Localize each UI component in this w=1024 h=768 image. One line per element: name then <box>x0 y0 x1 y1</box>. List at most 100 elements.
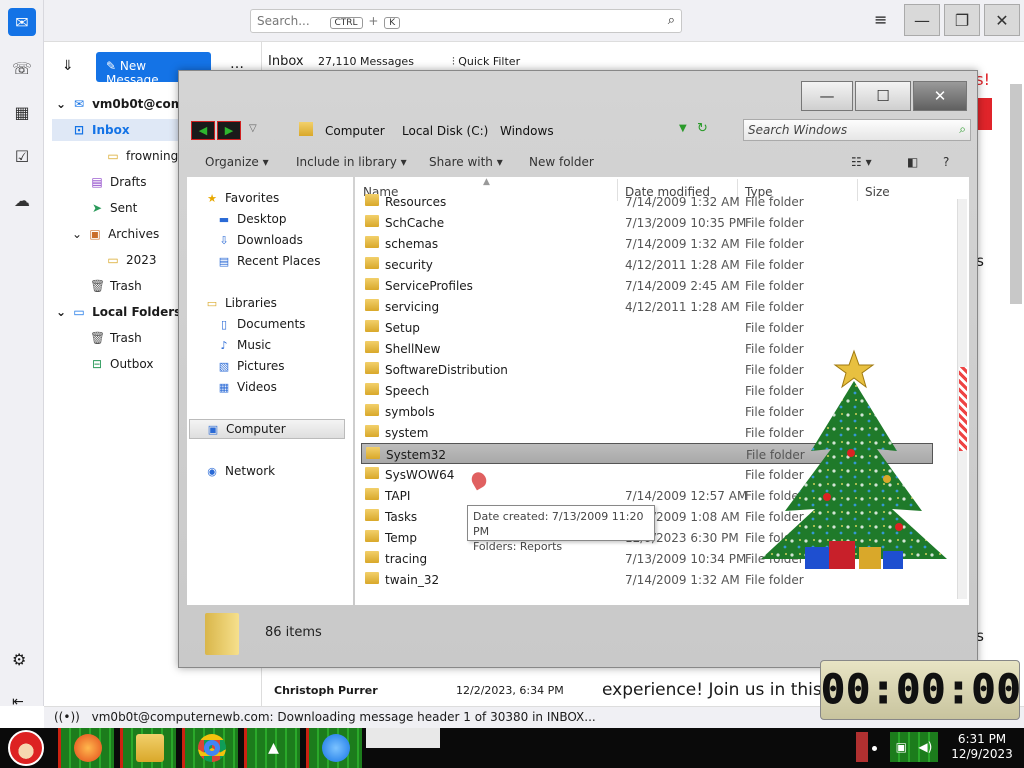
nav-libraries[interactable]: ▭ Libraries <box>205 296 277 310</box>
explorer-minimize-button[interactable]: — <box>801 81 853 111</box>
history-dropdown-icon[interactable]: ▽ <box>249 123 257 134</box>
taskbar-chrome[interactable] <box>182 728 238 768</box>
message-row[interactable]: Christoph Purrer 12/2/2023, 6:34 PM <box>262 680 584 702</box>
chevron-down-icon: ⌄ <box>56 97 67 111</box>
folder-icon <box>365 278 379 290</box>
include-in-library-button[interactable]: Include in library ▾ <box>296 155 407 169</box>
explorer-maximize-button[interactable]: ☐ <box>855 81 911 111</box>
navigation-pane: ★ Favorites ▬ Desktop ⇩ Downloads ▤ Recent P… <box>187 177 353 605</box>
folder-icon <box>365 404 379 416</box>
santa-start-icon <box>8 730 44 766</box>
taskbar-firefox[interactable] <box>58 728 114 768</box>
tb-close-button[interactable]: ✕ <box>984 4 1020 36</box>
folder-2023[interactable]: ▭ 2023 <box>106 249 156 271</box>
organize-button[interactable]: Organize ▾ <box>205 155 269 169</box>
new-folder-button[interactable]: New folder <box>529 155 594 169</box>
help-icon[interactable]: ? <box>943 155 949 169</box>
folder-trash[interactable]: 🗑 Trash <box>90 275 142 297</box>
nav-documents[interactable]: ▯ Documents <box>217 317 305 331</box>
file-row[interactable]: security 4/12/2011 1:28 AM File folder <box>361 254 933 275</box>
file-list-scrollbar[interactable] <box>957 199 967 599</box>
forward-button[interactable]: ▶ <box>217 121 241 140</box>
volume-icon[interactable]: ◀) <box>918 740 932 754</box>
folder-icon <box>365 467 379 479</box>
archive-icon: ▣ <box>89 227 101 241</box>
nav-recent-places[interactable]: ▤ Recent Places <box>217 254 321 268</box>
folder-icon <box>365 551 379 563</box>
collapse-spaces-icon[interactable]: ⇤ <box>12 694 24 710</box>
back-button[interactable]: ◀ <box>191 121 215 140</box>
explorer-close-button[interactable]: ✕ <box>913 81 967 111</box>
countdown-timer-widget[interactable]: 00:00:00 <box>820 660 1020 720</box>
start-button[interactable] <box>4 729 48 767</box>
folder-sent[interactable]: ➤ Sent <box>90 197 137 219</box>
search-windows-input[interactable]: Search Windows ⌕ <box>743 119 971 141</box>
file-row[interactable]: Setup File folder <box>361 317 933 338</box>
local-trash[interactable]: 🗑 Trash <box>90 327 142 349</box>
account-icon: ✉ <box>74 97 85 111</box>
nav-network[interactable]: ◉ Network <box>205 464 275 478</box>
folder-frowning[interactable]: ▭ frowning <box>106 145 178 167</box>
inbox-icon: ⊡ <box>73 123 85 137</box>
breadcrumb-windows[interactable]: Windows <box>500 124 554 138</box>
folder-archives[interactable]: ⌄ ▣ Archives <box>72 223 159 245</box>
chat-icon[interactable]: ☁ <box>8 186 36 214</box>
reading-scrollbar[interactable] <box>1010 84 1022 304</box>
preview-pane-icon[interactable]: ◧ <box>907 155 918 169</box>
view-options-icon[interactable]: ☷ ▾ <box>851 155 872 169</box>
global-search-input[interactable]: Search... CTRL + K ⌕ <box>250 9 682 33</box>
network-icon: ◉ <box>207 464 217 478</box>
chevron-down-icon: ⌄ <box>72 227 83 241</box>
folder-icon <box>365 215 379 227</box>
red-action-button[interactable] <box>978 98 992 130</box>
network-tray-icon[interactable]: ▣ <box>896 740 907 754</box>
inbox-title: Inbox <box>268 54 304 69</box>
file-row[interactable]: ServiceProfiles 7/14/2009 2:45 AM File fol… <box>361 275 933 296</box>
file-row[interactable]: Resources 7/14/2009 1:32 AM File folder <box>361 191 933 212</box>
file-row[interactable]: servicing 4/12/2011 1:28 AM File folder <box>361 296 933 317</box>
nav-favorites[interactable]: ★ Favorites <box>205 191 279 205</box>
folder-icon <box>366 447 380 459</box>
file-row[interactable]: schemas 7/14/2009 1:32 AM File folder <box>361 233 933 254</box>
get-messages-icon[interactable]: ⇓ <box>62 58 74 74</box>
nav-pictures[interactable]: ▧ Pictures <box>217 359 285 373</box>
folder-icon <box>365 236 379 248</box>
nav-computer[interactable]: ▣ Computer <box>189 419 345 439</box>
taskbar-explorer[interactable] <box>120 728 176 768</box>
folder-icon <box>365 257 379 269</box>
nav-videos[interactable]: ▦ Videos <box>217 380 277 394</box>
nav-music[interactable]: ♪ Music <box>217 338 271 352</box>
folder-drafts[interactable]: ▤ Drafts <box>90 171 146 193</box>
address-dropdown-icon[interactable]: ▼ <box>679 123 687 134</box>
mail-space-icon[interactable]: ✉ <box>8 8 36 36</box>
tasks-icon[interactable]: ☑ <box>8 142 36 170</box>
share-with-button[interactable]: Share with ▾ <box>429 155 503 169</box>
tray-show-desktop[interactable] <box>856 732 868 762</box>
app-menu-icon[interactable]: ≡ <box>874 10 887 29</box>
nav-desktop[interactable]: ▬ Desktop <box>217 212 287 226</box>
pictures-icon: ▧ <box>218 359 230 373</box>
settings-gear-icon[interactable]: ⚙ <box>12 650 26 669</box>
tb-restore-button[interactable]: ❐ <box>944 4 980 36</box>
breadcrumb-local-disk[interactable]: Local Disk (C:) <box>402 124 488 138</box>
address-book-icon[interactable]: ☏ <box>8 54 36 82</box>
firefox-icon <box>73 734 102 762</box>
tray-dot-icon <box>872 746 877 751</box>
taskbar-clock[interactable]: 6:31 PM 12/9/2023 <box>944 732 1020 762</box>
tray-icons[interactable]: ▣ ◀) <box>890 732 938 762</box>
message-count: 27,110 Messages <box>318 55 414 68</box>
taskbar-xmas-tree[interactable]: ▲ <box>244 728 300 768</box>
local-folders-icon: ▭ <box>73 305 85 319</box>
local-outbox[interactable]: ⊟ Outbox <box>90 353 153 375</box>
search-icon: ⌕ <box>667 13 675 28</box>
local-folders-item[interactable]: ⌄ ▭ Local Folders <box>56 301 181 323</box>
breadcrumb-computer[interactable]: Computer <box>325 124 385 138</box>
file-row[interactable]: SchCache 7/13/2009 10:35 PM File folder <box>361 212 933 233</box>
calendar-icon[interactable]: ▦ <box>8 98 36 126</box>
refresh-icon[interactable]: ↻ <box>697 121 708 136</box>
quick-filter-button[interactable]: ⫶ Quick Filter <box>452 55 520 69</box>
nav-downloads[interactable]: ⇩ Downloads <box>217 233 303 247</box>
tb-minimize-button[interactable]: — <box>904 4 940 36</box>
scrollbar-thumb[interactable] <box>959 367 967 451</box>
taskbar-thunderbird[interactable] <box>306 728 362 768</box>
